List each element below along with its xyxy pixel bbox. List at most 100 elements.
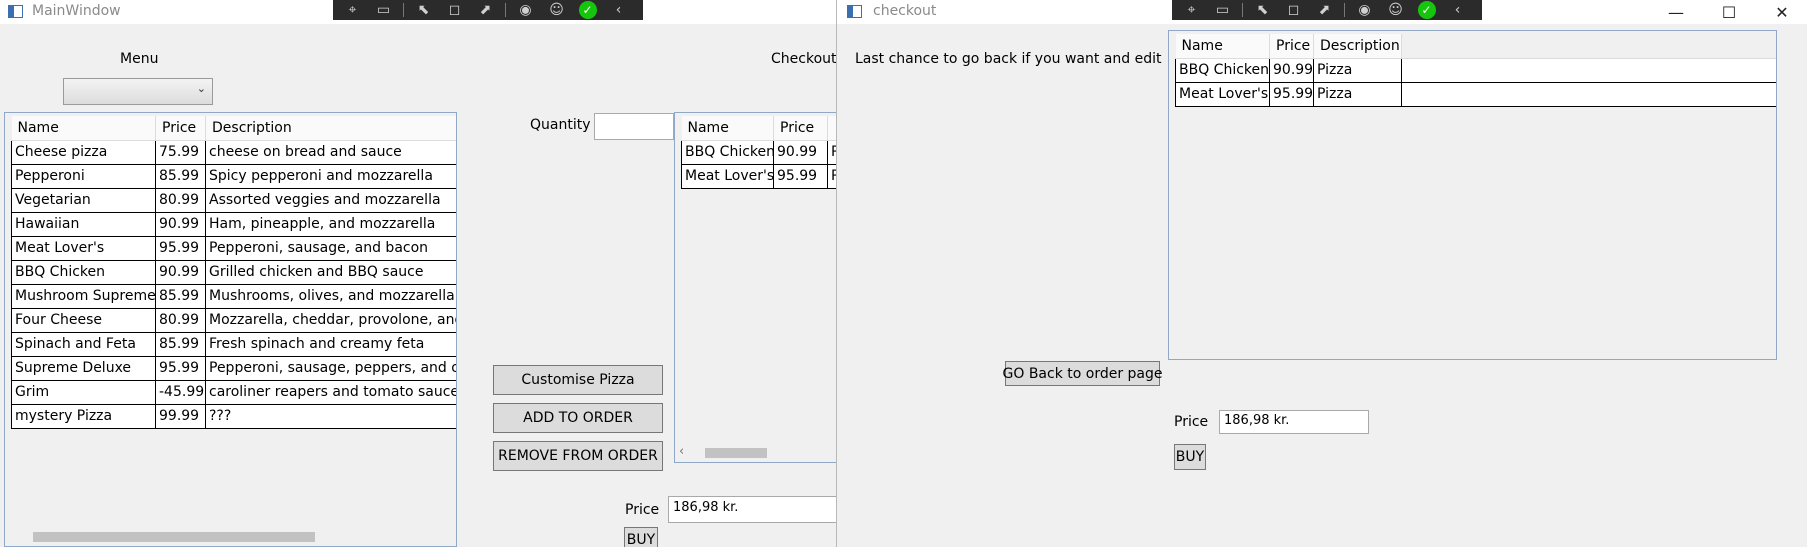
remove-from-order-button[interactable]: REMOVE FROM ORDER [493, 441, 663, 471]
checkout-buy-button[interactable]: BUY [1174, 444, 1206, 470]
cell-name[interactable]: Pepperoni [11, 164, 156, 189]
buy-button[interactable]: BUY [624, 527, 658, 547]
cell-name[interactable]: BBQ Chicken [1175, 57, 1270, 83]
color-contrast-icon[interactable]: ◉ [512, 0, 539, 20]
cell-price[interactable]: 90.99 [155, 260, 206, 285]
cell-price[interactable]: 95.99 [155, 236, 206, 261]
menu-combobox[interactable]: ⌄ [63, 78, 213, 105]
column-header-name[interactable]: Name [1175, 34, 1270, 59]
minimize-button[interactable]: — [1656, 0, 1696, 24]
cell-name[interactable]: Grim [11, 380, 156, 405]
go-back-button[interactable]: GO Back to order page [1003, 361, 1163, 386]
table-row[interactable]: Grim -45.99 caroliner reapers and tomato s… [11, 380, 456, 405]
track-focus-icon[interactable]: ▭ [1209, 0, 1236, 20]
cell-name[interactable]: Vegetarian [11, 188, 156, 213]
cell-name[interactable]: Meat Lover's [11, 236, 156, 261]
track-focus-icon[interactable]: ▭ [370, 0, 397, 20]
cell-price[interactable]: 90.99 [773, 139, 828, 165]
cell-description[interactable]: Pepperoni, sausage, peppers, and onic [205, 356, 456, 381]
cell-name[interactable]: Meat Lover's [1175, 82, 1270, 107]
select-element-icon[interactable]: ⌖ [339, 0, 366, 20]
order-datagrid[interactable]: Name Price BBQ Chicken90.99PMeat Lover's… [674, 112, 840, 463]
cell-price[interactable]: 95.99 [1269, 82, 1314, 107]
cell-name[interactable]: Supreme Deluxe [11, 356, 156, 381]
table-row[interactable]: mystery Pizza 99.99??? [11, 404, 456, 429]
color-contrast-icon[interactable]: ◉ [1351, 0, 1378, 20]
column-header-price[interactable]: Price [773, 116, 828, 141]
select-element-icon[interactable]: ⌖ [1178, 0, 1205, 20]
cell-price[interactable]: 90.99 [155, 212, 206, 237]
checkout-datagrid[interactable]: Name Price Description BBQ Chicken 90.99 P… [1168, 30, 1777, 360]
maximize-button[interactable]: ☐ [1709, 0, 1749, 24]
table-row[interactable]: Meat Lover's 95.99 Pepperoni, sausage, and… [11, 236, 456, 261]
column-header-name[interactable]: Name [11, 116, 156, 141]
add-to-order-button[interactable]: ADD TO ORDER [493, 403, 663, 433]
column-header-description[interactable]: Description [205, 116, 456, 141]
cell-price[interactable]: 85.99 [155, 332, 206, 357]
table-row[interactable]: BBQ Chicken90.99P [681, 139, 840, 165]
cell-description[interactable]: Spicy pepperoni and mozzarella [205, 164, 456, 189]
hot-reload-ok-icon[interactable]: ✓ [574, 0, 601, 20]
scrollbar-thumb[interactable] [705, 448, 767, 458]
cell-description[interactable]: Mozzarella, cheddar, provolone, and f [205, 308, 456, 333]
cell-name[interactable]: Spinach and Feta [11, 332, 156, 357]
hot-reload-ok-icon[interactable]: ✓ [1413, 0, 1440, 20]
cell-price[interactable]: 80.99 [155, 308, 206, 333]
table-row[interactable]: Vegetarian 80.99 Assorted veggies and mozz… [11, 188, 456, 213]
cell-description[interactable]: Pizza [1313, 82, 1402, 107]
cell-description[interactable]: cheese on bread and sauce [205, 139, 456, 165]
cell-price[interactable]: 85.99 [155, 284, 206, 309]
cell-description[interactable]: Grilled chicken and BBQ sauce [205, 260, 456, 285]
collapse-toolbar-icon[interactable]: ‹ [1444, 0, 1471, 20]
table-row[interactable]: Supreme Deluxe 95.99 Pepperoni, sausage, p… [11, 356, 456, 381]
cell-description[interactable]: ??? [205, 404, 456, 429]
cell-description[interactable]: Pepperoni, sausage, and bacon [205, 236, 456, 261]
cell-description[interactable]: Fresh spinach and creamy feta [205, 332, 456, 357]
table-row[interactable]: Mushroom Supreme 85.99 Mushrooms, olives, … [11, 284, 456, 309]
table-row[interactable]: Spinach and Feta 85.99 Fresh spinach and c… [11, 332, 456, 357]
table-row[interactable]: Meat Lover's 95.99 Pizza [1175, 82, 1776, 107]
cell-description[interactable]: Mushrooms, olives, and mozzarella [205, 284, 456, 309]
cell-price[interactable]: 95.99 [773, 164, 828, 189]
quantity-input[interactable] [594, 113, 674, 140]
cell-description[interactable]: Assorted veggies and mozzarella [205, 188, 456, 213]
table-row[interactable]: Four Cheese 80.99 Mozzarella, cheddar, pro… [11, 308, 456, 333]
cell-price[interactable]: 95.99 [155, 356, 206, 381]
price-field[interactable]: 186,98 kr. [668, 496, 840, 523]
scrollbar-thumb[interactable] [33, 532, 315, 542]
cell-price[interactable]: 85.99 [155, 164, 206, 189]
cell-name[interactable]: Four Cheese [11, 308, 156, 333]
cell-price[interactable]: 75.99 [155, 139, 206, 165]
close-button[interactable]: ✕ [1762, 0, 1802, 24]
order-horizontal-scrollbar[interactable]: ‹ [675, 444, 840, 462]
column-header-price[interactable]: Price [1269, 34, 1314, 59]
menu-datagrid[interactable]: Name Price Description Cheese pizza 75.99… [4, 112, 457, 547]
cell-description[interactable]: Ham, pineapple, and mozzarella [205, 212, 456, 237]
cell-price[interactable]: 80.99 [155, 188, 206, 213]
display-layout-adorners-icon[interactable]: ◻ [1280, 0, 1307, 20]
cell-name[interactable]: Hawaiian [11, 212, 156, 237]
cell-price[interactable]: 90.99 [1269, 57, 1314, 83]
table-row[interactable]: Pepperoni 85.99 Spicy pepperoni and mozzar… [11, 164, 456, 189]
cell-name[interactable]: BBQ Chicken [681, 139, 774, 165]
menu-horizontal-scrollbar[interactable] [5, 528, 456, 546]
table-row[interactable]: BBQ Chicken 90.99 Pizza [1175, 57, 1776, 83]
display-layout-adorners-icon[interactable]: ◻ [441, 0, 468, 20]
cell-name[interactable]: Meat Lover's [681, 164, 774, 189]
checkout-price-field[interactable]: 186,98 kr. [1219, 410, 1369, 434]
collapse-toolbar-icon[interactable]: ‹ [605, 0, 632, 20]
table-row[interactable]: BBQ Chicken 90.99 Grilled chicken and BBQ … [11, 260, 456, 285]
cell-description[interactable]: caroliner reapers and tomato sauce nc [205, 380, 456, 405]
column-header-description[interactable]: Description [1313, 34, 1402, 59]
table-row[interactable]: Meat Lover's95.99P [681, 164, 840, 189]
toggle-element-highlight-icon[interactable]: ⬈ [1311, 0, 1338, 20]
toggle-element-highlight-icon[interactable]: ⬈ [472, 0, 499, 20]
cell-description[interactable]: Pizza [1313, 57, 1402, 83]
preview-selection-icon[interactable]: ⬉ [1249, 0, 1276, 20]
column-header-price[interactable]: Price [155, 116, 206, 141]
chevron-left-icon[interactable]: ‹ [679, 444, 684, 459]
preview-selection-icon[interactable]: ⬉ [410, 0, 437, 20]
cell-name[interactable]: Cheese pizza [11, 139, 156, 165]
cell-name[interactable]: BBQ Chicken [11, 260, 156, 285]
accessibility-icon[interactable]: ☺ [543, 0, 570, 20]
